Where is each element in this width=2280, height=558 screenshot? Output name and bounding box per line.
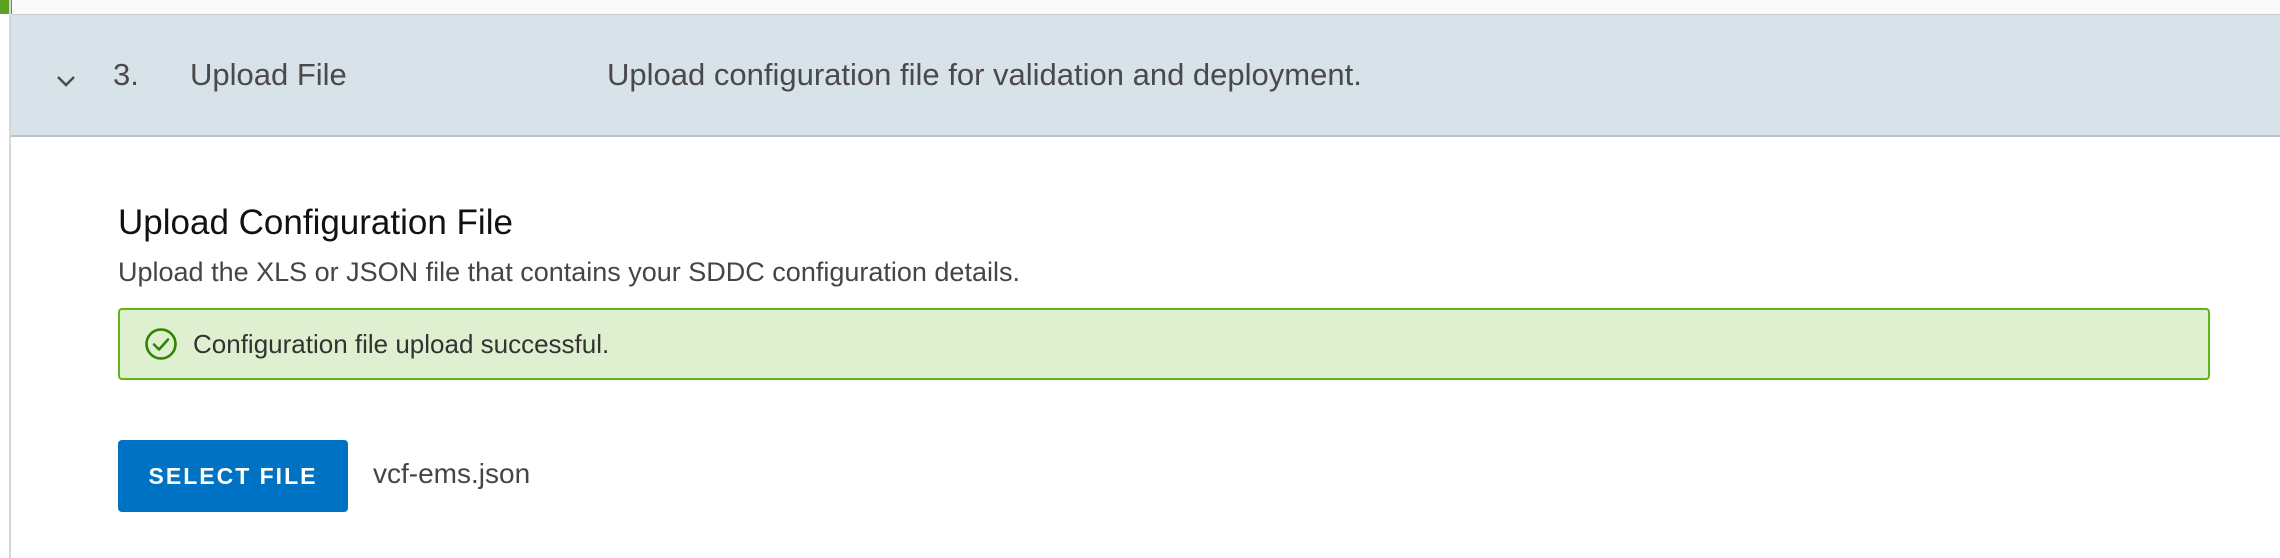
step-title: Upload File: [190, 57, 347, 92]
section-subtitle: Upload the XLS or JSON file that contain…: [118, 257, 1020, 287]
previous-step-strip: [12, 0, 2280, 15]
success-alert: Configuration file upload successful.: [118, 308, 2210, 380]
section-title: Upload Configuration File: [118, 203, 513, 242]
chevron-down-icon[interactable]: [57, 75, 75, 87]
select-file-button[interactable]: SELECT FILE: [118, 440, 348, 512]
step-number: 3.: [113, 57, 139, 92]
step-description: Upload configuration file for validation…: [607, 57, 1362, 92]
upload-file-step-page: 3. Upload File Upload configuration file…: [0, 0, 2280, 558]
step-header[interactable]: 3. Upload File Upload configuration file…: [11, 15, 2280, 137]
selected-file-name: vcf-ems.json: [373, 458, 531, 489]
check-circle-icon: [145, 328, 177, 360]
alert-message: Configuration file upload successful.: [193, 329, 610, 359]
